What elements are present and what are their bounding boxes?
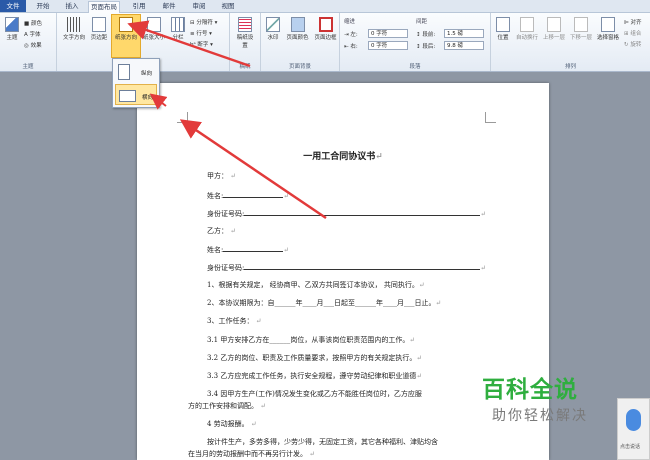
voice-input-label: 点击说话 bbox=[620, 444, 641, 450]
voice-input-widget[interactable]: 点击说话 bbox=[617, 398, 650, 460]
arrow-to-landscape-item bbox=[179, 119, 327, 220]
watermark-sub-text: 助你轻松解决 bbox=[492, 408, 588, 424]
arrow-to-orientation-button bbox=[127, 20, 251, 68]
site-watermark: 百科全说 助你轻松解决 bbox=[468, 362, 628, 432]
arrow-to-landscape-short bbox=[149, 93, 168, 110]
watermark-main-text: 百科全说 bbox=[482, 377, 578, 403]
microphone-icon bbox=[626, 409, 641, 431]
